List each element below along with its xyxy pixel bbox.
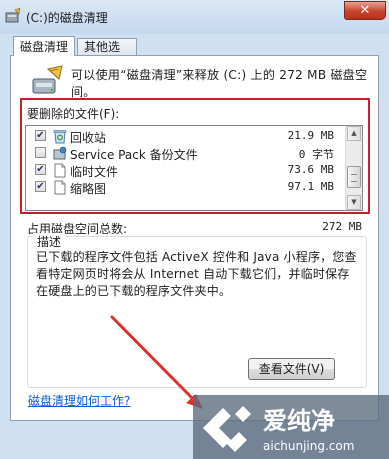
watermark-title: 爱纯净 [263, 407, 335, 435]
watermark: 爱纯净 aichunjing.com [193, 395, 389, 459]
watermark-url: aichunjing.com [263, 439, 354, 453]
tab-disk-cleanup[interactable]: 磁盘清理 [13, 36, 75, 56]
annotation-arrow [110, 315, 203, 409]
